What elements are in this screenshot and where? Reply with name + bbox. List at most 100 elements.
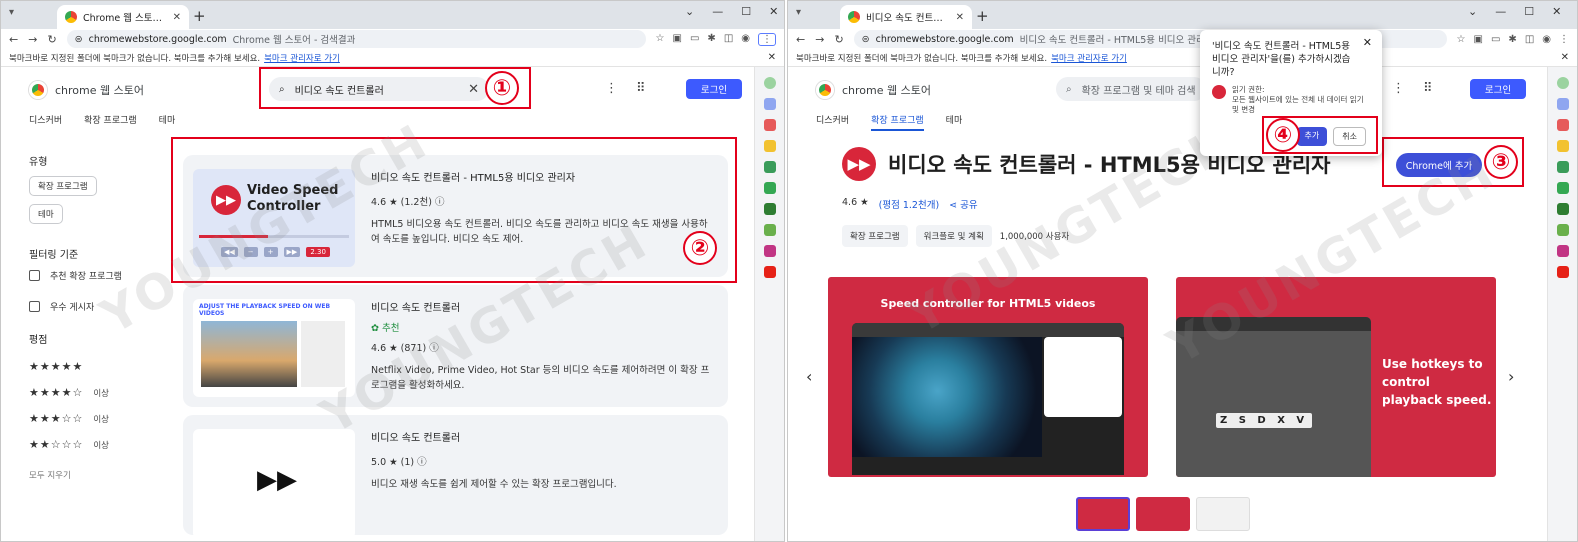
copilot-icon[interactable] <box>763 77 776 89</box>
app-icon-2[interactable] <box>763 119 776 131</box>
maximize-icon[interactable]: ☐ <box>741 5 751 18</box>
close-bookmark-bar-icon[interactable]: ✕ <box>1561 52 1569 63</box>
browser-menu-icon[interactable]: ⋮ <box>1559 34 1569 45</box>
tab-active[interactable]: Chrome 웹 스토어 - 검색결과 ✕ <box>57 5 189 29</box>
bookmark-star-icon[interactable]: ☆ <box>1457 34 1466 45</box>
tag-extension[interactable]: 확장 프로그램 <box>842 225 908 247</box>
app-icon-4[interactable] <box>763 161 776 173</box>
checkbox-top-publisher[interactable]: 우수 게시자 <box>29 300 122 313</box>
minimize-icon[interactable]: — <box>1495 5 1506 18</box>
address-bar[interactable]: ⊜ chromewebstore.google.com Chrome 웹 스토어… <box>66 30 646 48</box>
chip-extensions[interactable]: 확장 프로그램 <box>29 176 97 196</box>
carousel-prev-icon[interactable]: ‹ <box>806 367 812 386</box>
extension-icon[interactable]: ▣ <box>673 33 682 46</box>
app-icon-1[interactable] <box>763 98 776 110</box>
tag-workflow[interactable]: 워크플로 및 계획 <box>915 225 992 247</box>
minimize-icon[interactable]: — <box>712 5 723 18</box>
close-tab-icon[interactable]: ✕ <box>956 12 964 23</box>
more-menu-icon[interactable]: ⋮ <box>605 81 618 96</box>
nav-themes[interactable]: 테마 <box>159 113 176 126</box>
app-icon-2[interactable] <box>1556 119 1569 131</box>
back-icon[interactable]: ← <box>9 33 18 46</box>
tab-list-icon[interactable]: ⌄ <box>685 5 694 18</box>
close-window-icon[interactable]: ✕ <box>1552 5 1561 18</box>
new-tab-icon[interactable]: + <box>976 7 989 25</box>
apps-grid-icon[interactable]: ⠿ <box>1423 81 1433 96</box>
checkbox-featured[interactable]: 추천 확장 프로그램 <box>29 269 122 282</box>
app-icon-6[interactable] <box>1556 203 1569 215</box>
result-title-3[interactable]: 비디오 속도 컨트롤러 <box>371 429 712 444</box>
instagram-icon[interactable] <box>1556 245 1569 257</box>
share-button[interactable]: ⋖ 공유 <box>949 197 977 211</box>
close-bookmark-bar-icon[interactable]: ✕ <box>768 52 776 63</box>
result-card-2[interactable]: ADJUST THE PLAYBACK SPEED ON WEB VIDEOS … <box>183 285 728 407</box>
screenshot-slide-1[interactable]: Speed controller for HTML5 videos <box>828 277 1148 477</box>
carousel-thumb-3[interactable] <box>1196 497 1250 531</box>
close-window-icon[interactable]: ✕ <box>769 5 778 18</box>
close-tab-icon[interactable]: ✕ <box>173 12 181 23</box>
app-icon-5[interactable] <box>763 182 776 194</box>
carousel-thumb-1[interactable] <box>1076 497 1130 531</box>
maximize-icon[interactable]: ☐ <box>1524 5 1534 18</box>
rating-filter-2[interactable]: ★★☆☆☆ 이상 <box>29 438 122 451</box>
nav-extensions[interactable]: 확장 프로그램 <box>84 113 137 126</box>
store-logo[interactable]: chrome 웹 스토어 <box>816 81 931 99</box>
reload-icon[interactable]: ↻ <box>834 33 843 46</box>
app-icon-3[interactable] <box>1556 140 1569 152</box>
bookmark-manager-link[interactable]: 북마크 관리자로 가기 <box>264 52 340 64</box>
app-icon-1[interactable] <box>1556 98 1569 110</box>
apps-grid-icon[interactable]: ⠿ <box>636 81 646 96</box>
rating-filter-3[interactable]: ★★★☆☆ 이상 <box>29 412 122 425</box>
result-card-3[interactable]: ▶▶ 비디오 속도 컨트롤러 5.0 ★ (1) ⓘ 비디오 재생 속도를 쉽게… <box>183 415 728 539</box>
nav-discover[interactable]: 디스커버 <box>816 113 849 131</box>
app-icon-5[interactable] <box>1556 182 1569 194</box>
bookmark-manager-link[interactable]: 북마크 관리자로 가기 <box>1051 52 1127 64</box>
app-icon-4[interactable] <box>1556 161 1569 173</box>
puzzle-icon[interactable]: ✱ <box>1508 34 1516 45</box>
reload-icon[interactable]: ↻ <box>47 33 56 46</box>
result-title-2[interactable]: 비디오 속도 컨트롤러 <box>371 299 712 314</box>
puzzle-icon[interactable]: ✱ <box>707 33 715 46</box>
new-tab-icon[interactable]: + <box>193 7 206 25</box>
browser-menu-icon[interactable]: ⋮ <box>758 32 776 46</box>
tab-active[interactable]: 비디오 속도 컨트롤러 - HTML ✕ <box>840 5 972 29</box>
profile-icon[interactable]: ◉ <box>741 33 750 46</box>
youtube-icon[interactable] <box>1556 266 1569 278</box>
extension-icon[interactable]: ▣ <box>1474 34 1483 45</box>
instagram-icon[interactable] <box>763 245 776 257</box>
rating-filter-4[interactable]: ★★★★☆ 이상 <box>29 386 122 399</box>
tab-list-icon[interactable]: ⌄ <box>1468 5 1477 18</box>
copilot-icon[interactable] <box>1556 77 1569 89</box>
back-icon[interactable]: ← <box>796 33 805 46</box>
sidepanel-icon[interactable]: ◫ <box>724 33 733 46</box>
cast-icon[interactable]: ▭ <box>690 33 699 46</box>
app-icon-3[interactable] <box>763 140 776 152</box>
rating-count-link[interactable]: (평점 1.2천개) <box>879 197 940 211</box>
site-info-icon[interactable]: ⊜ <box>75 34 83 45</box>
forward-icon[interactable]: → <box>815 33 824 46</box>
profile-icon[interactable]: ◉ <box>1542 34 1551 45</box>
carousel-thumb-2[interactable] <box>1136 497 1190 531</box>
login-button[interactable]: 로그인 <box>1470 79 1526 99</box>
cast-icon[interactable]: ▭ <box>1491 34 1500 45</box>
site-info-icon[interactable]: ⊜ <box>862 34 870 45</box>
nav-themes[interactable]: 테마 <box>946 113 963 131</box>
tab-search-icon[interactable]: ▾ <box>796 7 801 18</box>
tab-search-icon[interactable]: ▾ <box>9 7 14 18</box>
forward-icon[interactable]: → <box>28 33 37 46</box>
rating-filter-5[interactable]: ★★★★★ <box>29 360 122 373</box>
bookmark-star-icon[interactable]: ☆ <box>656 33 665 46</box>
youtube-icon[interactable] <box>763 266 776 278</box>
login-button[interactable]: 로그인 <box>686 79 742 99</box>
sidepanel-icon[interactable]: ◫ <box>1525 34 1534 45</box>
nav-extensions[interactable]: 확장 프로그램 <box>871 113 924 131</box>
dialog-close-icon[interactable]: ✕ <box>1363 36 1372 49</box>
store-logo[interactable]: chrome 웹 스토어 <box>29 81 144 99</box>
screenshot-slide-2[interactable]: Z S D X V Use hotkeys to control playbac… <box>1176 277 1496 477</box>
app-icon-7[interactable] <box>763 224 776 236</box>
search-input[interactable]: ⌕ 확장 프로그램 및 테마 검색 <box>1056 77 1206 101</box>
app-icon-7[interactable] <box>1556 224 1569 236</box>
chip-themes[interactable]: 테마 <box>29 204 63 224</box>
app-icon-6[interactable] <box>763 203 776 215</box>
more-menu-icon[interactable]: ⋮ <box>1392 81 1405 96</box>
